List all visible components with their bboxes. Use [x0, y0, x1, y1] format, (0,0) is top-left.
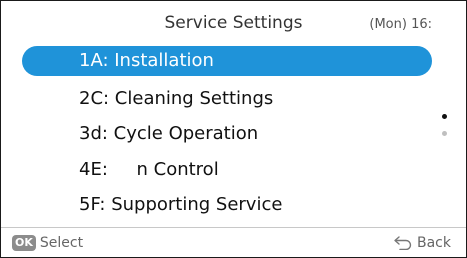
back-arrow-icon [393, 236, 413, 250]
menu-item-label: 4E: n Control [79, 158, 219, 180]
back-hint[interactable]: Back [393, 235, 451, 251]
select-hint[interactable]: OK Select [12, 235, 83, 251]
menu-item-label: 2C: Cleaning Settings [79, 87, 274, 109]
menu-item-label: 5F: Supporting Service [79, 194, 283, 215]
service-settings-screen: Service Settings (Mon) 16: 1A: Installat… [0, 0, 467, 258]
select-hint-label: Select [39, 235, 84, 251]
back-hint-label: Back [417, 235, 451, 251]
ok-button-icon: OK [12, 235, 36, 251]
menu-item-installation[interactable]: 1A: Installation [22, 45, 432, 81]
menu-item-control[interactable]: 4E: n Control [22, 152, 432, 188]
page-dot-active [442, 114, 447, 119]
menu-item-supporting-service[interactable]: 5F: Supporting Service [22, 187, 432, 223]
menu-item-label: 3d: Cycle Operation [79, 123, 259, 144]
clock-display: (Mon) 16: [369, 17, 432, 32]
menu-item-cleaning-settings[interactable]: 2C: Cleaning Settings [22, 81, 432, 117]
page-indicator [441, 114, 449, 144]
service-menu: 1A: Installation 2C: Cleaning Settings 3… [22, 45, 432, 223]
footer-hints: OK Select Back [1, 228, 466, 258]
menu-item-cycle-operation[interactable]: 3d: Cycle Operation [22, 116, 432, 152]
menu-item-label: 1A: Installation [79, 50, 214, 71]
page-dot-inactive [442, 131, 447, 136]
title-bar: Service Settings (Mon) 16: [1, 1, 466, 45]
